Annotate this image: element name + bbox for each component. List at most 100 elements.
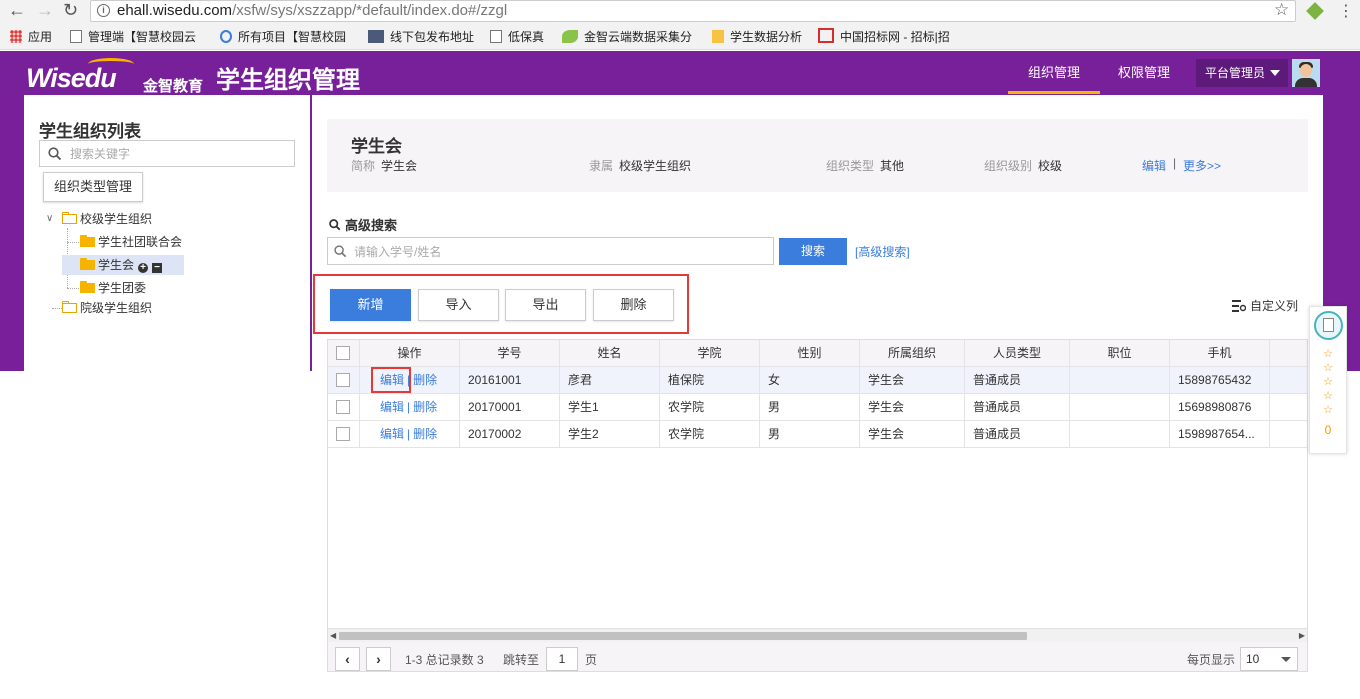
star-icon[interactable]: ☆	[1310, 403, 1346, 417]
rating-stars[interactable]: ☆ ☆ ☆ ☆ ☆	[1310, 347, 1346, 417]
star-icon[interactable]: ☆	[1310, 375, 1346, 389]
page-icon	[70, 30, 82, 43]
star-icon[interactable]: ☆	[1310, 347, 1346, 361]
tree-node-youth-league[interactable]: 学生团委	[80, 278, 146, 298]
cell-name: 彦君	[560, 367, 660, 394]
feedback-icon[interactable]	[1314, 311, 1343, 340]
cell-gender: 男	[760, 421, 860, 448]
add-node-icon[interactable]: +	[138, 263, 149, 273]
import-button[interactable]: 导入	[418, 289, 499, 321]
tree-node-club-union[interactable]: 学生社团联合会	[80, 232, 182, 252]
export-button[interactable]: 导出	[505, 289, 586, 321]
tree-guide-line	[67, 242, 79, 243]
extension-icon[interactable]	[1306, 2, 1324, 20]
bookmark-item[interactable]: 金智云端数据采集分	[562, 28, 692, 46]
prev-page-button[interactable]: ‹	[335, 647, 360, 671]
page-number-input[interactable]: 1	[546, 647, 578, 671]
bookmark-item[interactable]: 低保真	[490, 28, 544, 46]
search-button[interactable]: 搜索	[779, 238, 847, 265]
tree-node-school-level[interactable]: 校级学生组织	[62, 209, 152, 229]
table-row[interactable]: 编辑 | 删除 20170001 学生1 农学院 男 学生会 普通成员 156989…	[328, 394, 1307, 421]
per-page-select[interactable]: 10	[1240, 647, 1298, 671]
add-button[interactable]: 新增	[330, 289, 411, 321]
remove-node-icon[interactable]: −	[152, 263, 163, 273]
custom-columns-button[interactable]: 自定义列	[1232, 297, 1298, 314]
nav-org-management[interactable]: 组织管理	[1008, 51, 1100, 94]
tree-node-college-level[interactable]: 院级学生组织	[62, 298, 152, 318]
sidebar-search[interactable]	[39, 140, 295, 167]
cell-org: 学生会	[860, 421, 965, 448]
org-type-manage-button[interactable]: 组织类型管理	[43, 172, 143, 202]
next-page-button[interactable]: ›	[366, 647, 391, 671]
tree-node-label: 校级学生组织	[80, 212, 153, 226]
header-cell[interactable]: 手机	[1170, 340, 1270, 367]
row-checkbox[interactable]	[336, 427, 350, 441]
header-cell[interactable]: 学院	[660, 340, 760, 367]
bookmark-item[interactable]: 所有项目【智慧校园	[220, 28, 346, 46]
header-cell[interactable]: 电	[1270, 340, 1307, 367]
row-checkbox[interactable]	[336, 373, 350, 387]
bookmark-label: 中国招标网 - 招标|招	[840, 30, 950, 44]
per-page-label: 每页显示	[1187, 653, 1236, 667]
sidebar-search-input[interactable]	[68, 144, 288, 163]
rating-float-widget[interactable]: ☆ ☆ ☆ ☆ ☆ 0	[1309, 306, 1347, 454]
tree-guide-line	[67, 288, 79, 289]
card-more-link[interactable]: 更多>>	[1183, 157, 1221, 174]
card-edit-link[interactable]: 编辑	[1142, 157, 1166, 174]
cell-extra	[1270, 367, 1307, 394]
nav-permission-management[interactable]: 权限管理	[1100, 51, 1188, 94]
cell-member-type: 普通成员	[965, 394, 1070, 421]
logo-swoosh-icon	[88, 58, 134, 70]
cell-org: 学生会	[860, 367, 965, 394]
bookmark-item[interactable]: 管理端【智慧校园云	[70, 28, 196, 46]
avatar-head	[1300, 64, 1312, 77]
bookmark-item[interactable]: 学生数据分析	[712, 28, 802, 46]
star-icon[interactable]: ☆	[1310, 361, 1346, 375]
delete-button[interactable]: 删除	[593, 289, 674, 321]
row-delete-link[interactable]: 删除	[413, 400, 437, 414]
url-field[interactable]: i ehall.wisedu.com/xsfw/sys/xszzapp/*def…	[90, 0, 1296, 22]
field-key: 组织级别	[984, 159, 1033, 173]
scroll-left-icon[interactable]: ◀	[330, 631, 336, 640]
row-delete-link[interactable]: 删除	[413, 427, 437, 441]
header-cell[interactable]: 学号	[460, 340, 560, 367]
row-edit-link[interactable]: 编辑	[380, 427, 404, 441]
student-search-input[interactable]	[352, 242, 762, 261]
user-avatar[interactable]	[1292, 59, 1320, 87]
bookmark-item[interactable]: 中国招标网 - 招标|招	[818, 28, 950, 46]
action-separator: |	[407, 400, 411, 414]
select-all-checkbox[interactable]	[336, 346, 350, 360]
field-value: 校级学生组织	[619, 159, 692, 173]
site-info-icon[interactable]: i	[97, 4, 110, 17]
back-arrow-icon[interactable]: ←	[8, 0, 26, 22]
pagination-bar: ‹ › 1-3 总记录数 3 跳转至 1 页 每页显示 10	[328, 642, 1307, 671]
bookmark-star-icon[interactable]: ☆	[1274, 0, 1289, 20]
row-delete-link[interactable]: 删除	[413, 373, 437, 387]
scroll-right-icon[interactable]: ▶	[1299, 631, 1305, 640]
header-cell[interactable]: 性别	[760, 340, 860, 367]
table-row[interactable]: 编辑 | 删除 20170002 学生2 农学院 男 学生会 普通成员 159898…	[328, 421, 1307, 448]
header-cell[interactable]: 所属组织	[860, 340, 965, 367]
bookmark-item[interactable]: 线下包发布地址	[368, 28, 474, 46]
bookmark-apps[interactable]: 应用	[10, 28, 52, 46]
tree-node-student-union[interactable]: 学生会 + −	[62, 255, 185, 275]
header-cell[interactable]: 人员类型	[965, 340, 1070, 367]
table-row[interactable]: 编辑 | 删除 20161001 彦君 植保院 女 学生会 普通成员 1589876…	[328, 367, 1307, 394]
main-search[interactable]	[327, 237, 774, 265]
header-cell[interactable]: 姓名	[560, 340, 660, 367]
cell-member-type: 普通成员	[965, 421, 1070, 448]
row-edit-link[interactable]: 编辑	[380, 400, 404, 414]
scrollbar-thumb[interactable]	[339, 632, 1027, 640]
advanced-search-link[interactable]: [高级搜索]	[855, 243, 910, 260]
tree-node-label: 学生会	[98, 258, 135, 272]
role-dropdown[interactable]: 平台管理员	[1196, 59, 1288, 87]
header-cell[interactable]: 职位	[1070, 340, 1170, 367]
browser-menu-icon[interactable]: ⋮	[1338, 1, 1354, 21]
jump-label: 跳转至	[503, 653, 540, 667]
reload-icon[interactable]: ↻	[63, 0, 78, 22]
star-icon[interactable]: ☆	[1310, 389, 1346, 403]
forward-arrow-icon[interactable]: →	[36, 0, 54, 22]
chevron-down-icon[interactable]: ∨	[46, 213, 53, 224]
row-checkbox[interactable]	[336, 400, 350, 414]
horizontal-scrollbar[interactable]: ◀ ▶	[328, 628, 1307, 642]
